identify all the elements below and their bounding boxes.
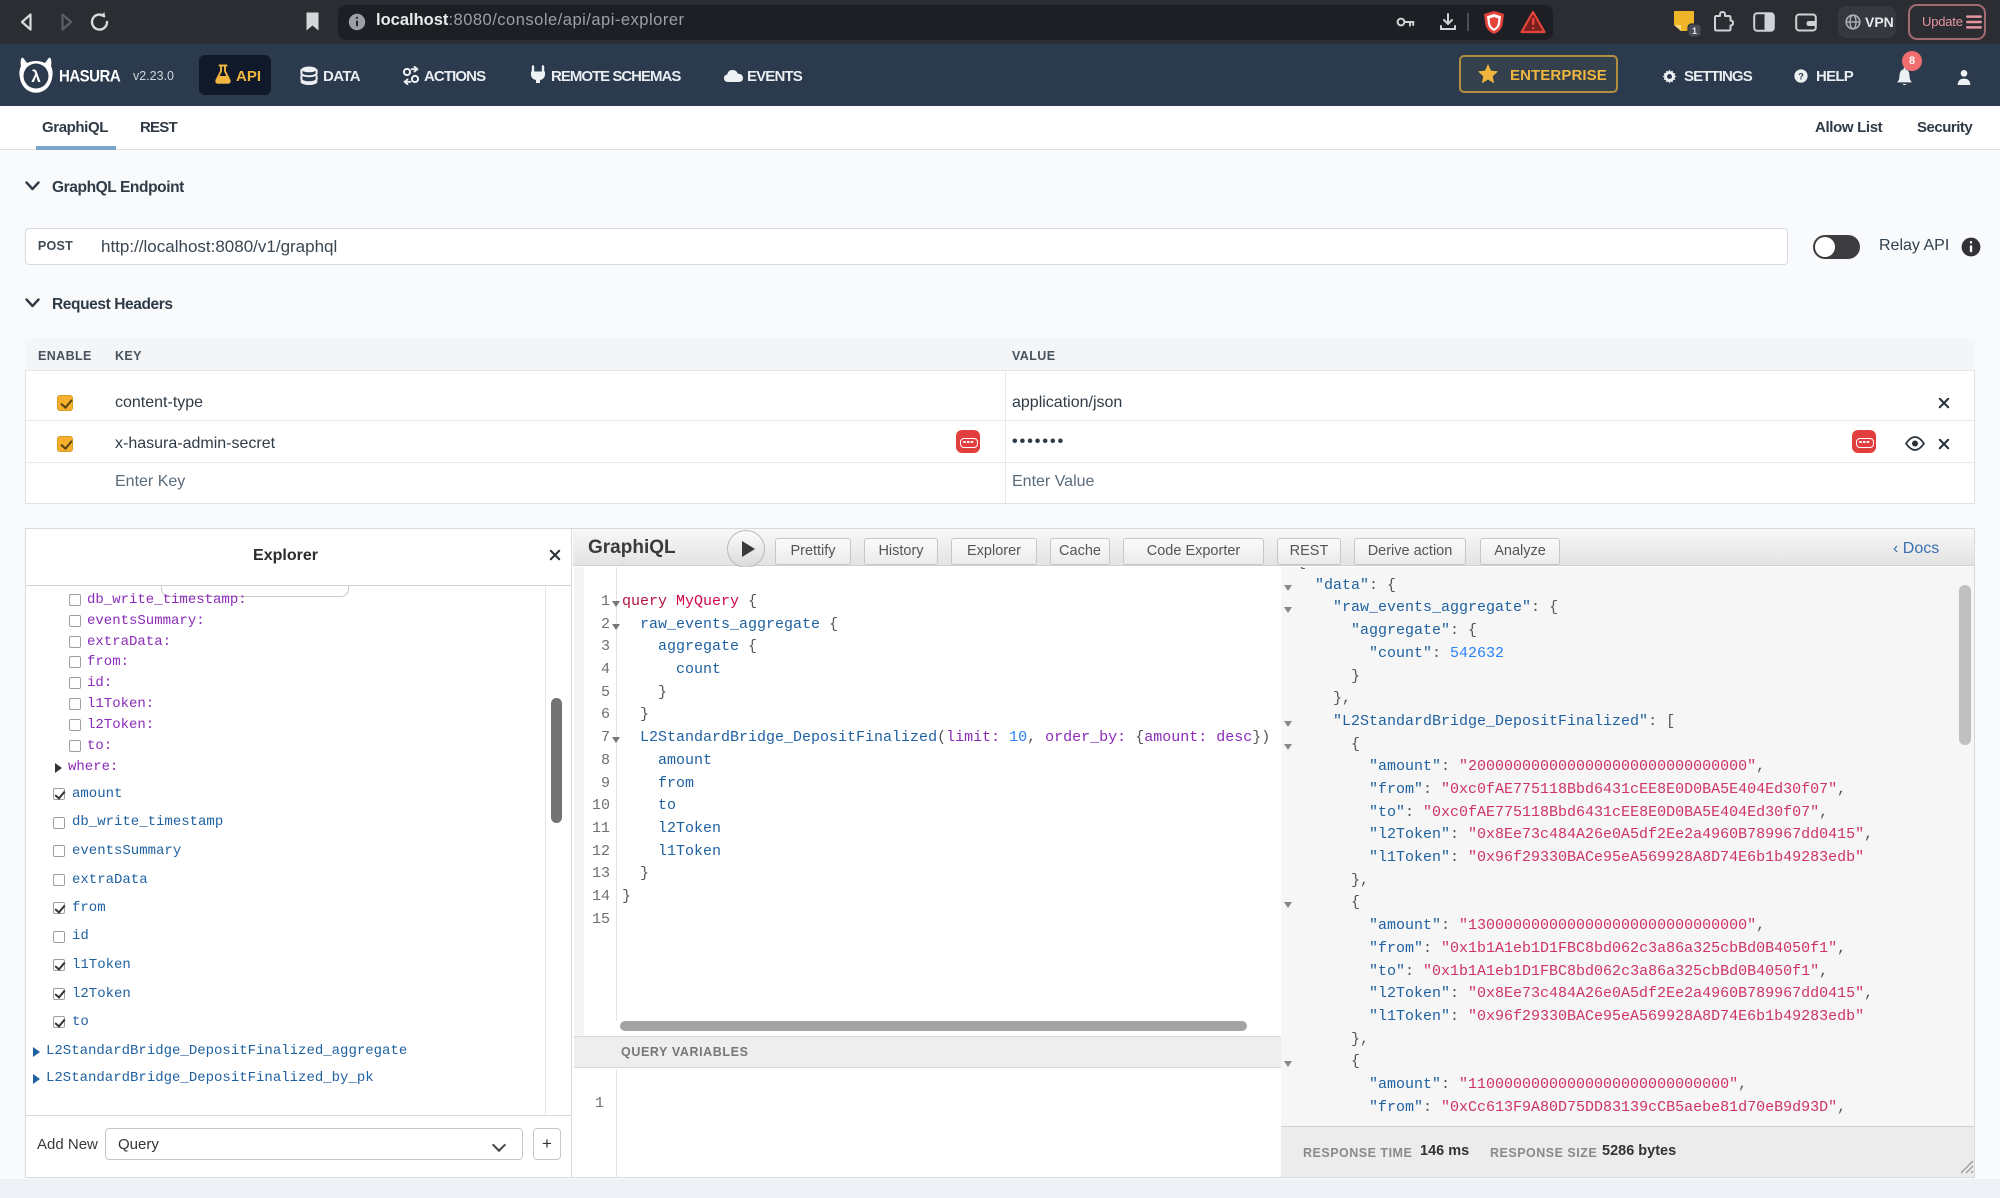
svg-text:?: ? — [1798, 71, 1804, 81]
svg-text:1: 1 — [1692, 26, 1697, 36]
svg-text:λ: λ — [31, 67, 41, 86]
